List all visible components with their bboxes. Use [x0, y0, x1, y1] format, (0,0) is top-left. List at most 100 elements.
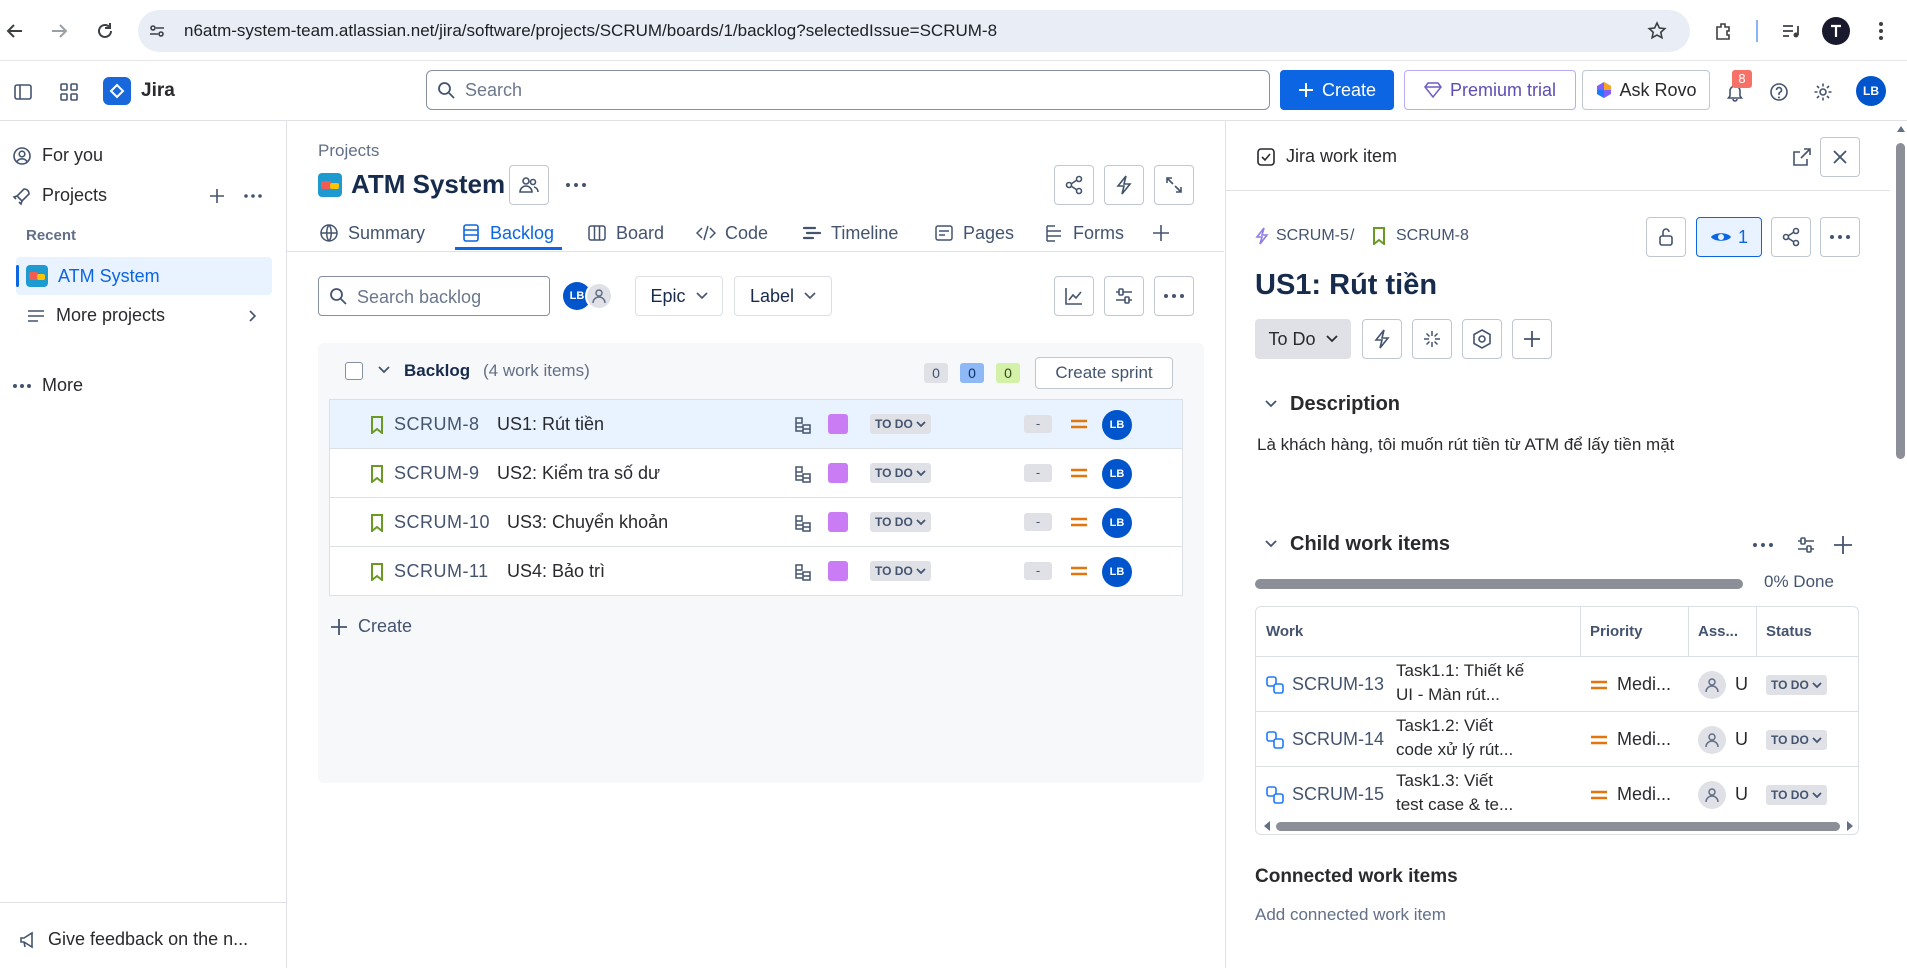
team-button[interactable]	[509, 165, 549, 205]
share-button[interactable]	[1771, 217, 1811, 257]
description-heading[interactable]: Description	[1290, 393, 1400, 416]
tab-code[interactable]: Code	[696, 218, 768, 248]
issue-summary[interactable]: US3: Chuyển khoản	[507, 512, 668, 533]
status-dropdown[interactable]: To Do	[1255, 319, 1351, 359]
close-panel-button[interactable]	[1820, 137, 1860, 177]
priority-label[interactable]: Medi...	[1617, 674, 1671, 695]
issue-title[interactable]: US1: Rút tiền	[1255, 269, 1437, 302]
add-tab-icon[interactable]	[1149, 221, 1173, 245]
settings-gear-icon[interactable]	[1810, 79, 1836, 105]
issue-summary-line2[interactable]: code xử lý rút...	[1396, 740, 1513, 760]
status-dropdown[interactable]: TO DO	[1766, 785, 1827, 805]
epic-filter-dropdown[interactable]: Epic	[635, 276, 723, 316]
watch-button[interactable]: 1	[1696, 217, 1762, 257]
story-points-badge[interactable]: -	[1024, 562, 1052, 580]
backlog-more-button[interactable]	[1154, 276, 1194, 316]
tab-board[interactable]: Board	[587, 218, 664, 248]
share-button[interactable]	[1054, 165, 1094, 205]
unassigned-avatar[interactable]	[1698, 726, 1726, 754]
tab-summary[interactable]: Summary	[319, 218, 425, 248]
detail-more-button[interactable]	[1820, 217, 1860, 257]
tab-forms[interactable]: Forms	[1044, 218, 1124, 248]
assignee-avatar[interactable]: LB	[1102, 508, 1132, 538]
description-text[interactable]: Là khách hàng, tôi muốn rút tiền từ ATM …	[1257, 435, 1674, 455]
help-icon[interactable]	[1766, 79, 1792, 105]
tab-backlog[interactable]: Backlog	[461, 218, 554, 248]
column-header[interactable]: Status	[1766, 623, 1812, 640]
issue-key[interactable]: SCRUM-15	[1292, 784, 1384, 805]
add-project-icon[interactable]	[206, 185, 228, 207]
table-row[interactable]: SCRUM-8 US1: Rút tiền TO DO - LB	[329, 399, 1183, 449]
app-name[interactable]: Jira	[141, 80, 175, 102]
table-row[interactable]: SCRUM-9 US2: Kiểm tra số dư TO DO - LB	[329, 448, 1183, 498]
assignee-avatar[interactable]: LB	[1102, 557, 1132, 587]
table-row[interactable]: SCRUM-14 Task1.2: Viết code xử lý rút...…	[1256, 712, 1858, 767]
issue-summary[interactable]: US2: Kiểm tra số dư	[497, 463, 660, 484]
issue-summary-line1[interactable]: Task1.3: Viết	[1396, 771, 1493, 791]
horizontal-scrollbar[interactable]	[1276, 822, 1840, 831]
sidebar-item-more-projects[interactable]: More projects	[26, 305, 165, 326]
issue-summary-line2[interactable]: UI - Màn rút...	[1396, 685, 1500, 705]
status-dropdown[interactable]: TO DO	[870, 463, 931, 483]
open-external-icon[interactable]	[1788, 143, 1816, 171]
site-info-icon[interactable]	[146, 20, 168, 42]
story-points-badge[interactable]: -	[1024, 513, 1052, 531]
jira-logo-icon[interactable]	[103, 77, 131, 105]
automation-button[interactable]	[1362, 319, 1402, 359]
bookmark-star-icon[interactable]	[1646, 20, 1668, 42]
project-more-icon[interactable]	[563, 175, 589, 195]
insights-button[interactable]	[1054, 276, 1094, 316]
column-header[interactable]: Ass...	[1698, 623, 1738, 640]
tab-pages[interactable]: Pages	[934, 218, 1014, 248]
priority-label[interactable]: Medi...	[1617, 784, 1671, 805]
back-icon[interactable]	[2, 18, 28, 44]
table-row[interactable]: SCRUM-11 US4: Bảo trì TO DO - LB	[329, 546, 1183, 596]
sidebar-toggle-icon[interactable]	[10, 79, 36, 105]
child-items-heading[interactable]: Child work items	[1290, 533, 1450, 556]
sidebar-item-atm-system[interactable]: ATM System	[16, 257, 272, 295]
issue-summary-line1[interactable]: Task1.1: Thiết kế	[1396, 661, 1524, 681]
automation-button[interactable]	[1104, 165, 1144, 205]
media-control-icon[interactable]	[1778, 18, 1804, 44]
select-all-checkbox[interactable]	[345, 362, 363, 380]
issue-summary-line2[interactable]: test case & te...	[1396, 795, 1513, 815]
restrict-access-button[interactable]	[1646, 217, 1686, 257]
sidebar-item-for-you[interactable]: For you	[12, 145, 103, 166]
global-search-input[interactable]: Search	[426, 70, 1270, 110]
issue-summary[interactable]: US1: Rút tiền	[497, 414, 604, 435]
table-row[interactable]: SCRUM-13 Task1.1: Thiết kế UI - Màn rút.…	[1256, 657, 1858, 712]
add-connected-item[interactable]: Add connected work item	[1255, 905, 1446, 925]
url-text[interactable]: n6atm-system-team.atlassian.net/jira/sof…	[184, 21, 997, 41]
story-points-badge[interactable]: -	[1024, 464, 1052, 482]
unassigned-filter-avatar[interactable]	[585, 282, 613, 310]
forward-icon[interactable]	[46, 18, 72, 44]
fullscreen-button[interactable]	[1154, 165, 1194, 205]
unassigned-avatar[interactable]	[1698, 671, 1726, 699]
sidebar-item-more[interactable]: More	[12, 375, 83, 396]
chevron-down-icon[interactable]	[377, 365, 391, 375]
premium-trial-button[interactable]: Premium trial	[1404, 70, 1576, 110]
vertical-scrollbar-thumb[interactable]	[1896, 143, 1905, 459]
unassigned-avatar[interactable]	[1698, 781, 1726, 809]
user-avatar[interactable]: LB	[1856, 76, 1886, 106]
issue-key[interactable]: SCRUM-13	[1292, 674, 1384, 695]
profile-avatar[interactable]	[1822, 17, 1850, 45]
ai-improve-button[interactable]	[1412, 319, 1452, 359]
breadcrumb[interactable]: Projects	[318, 141, 379, 161]
chevron-right-icon[interactable]	[246, 309, 258, 323]
extensions-icon[interactable]	[1710, 18, 1736, 44]
priority-label[interactable]: Medi...	[1617, 729, 1671, 750]
tab-timeline[interactable]: Timeline	[802, 218, 898, 248]
create-button[interactable]: Create	[1280, 70, 1394, 110]
status-dropdown[interactable]: TO DO	[870, 561, 931, 581]
projects-more-icon[interactable]	[242, 185, 264, 207]
issue-key[interactable]: SCRUM-10	[394, 512, 490, 533]
label-filter-dropdown[interactable]: Label	[734, 276, 832, 316]
issue-summary[interactable]: US4: Bảo trì	[507, 561, 605, 582]
search-backlog-input[interactable]: Search backlog	[318, 276, 550, 316]
status-dropdown[interactable]: TO DO	[870, 512, 931, 532]
status-dropdown[interactable]: TO DO	[1766, 675, 1827, 695]
address-bar[interactable]: n6atm-system-team.atlassian.net/jira/sof…	[138, 10, 1690, 52]
issue-key[interactable]: SCRUM-8	[1396, 227, 1469, 245]
column-header[interactable]: Priority	[1590, 623, 1643, 640]
